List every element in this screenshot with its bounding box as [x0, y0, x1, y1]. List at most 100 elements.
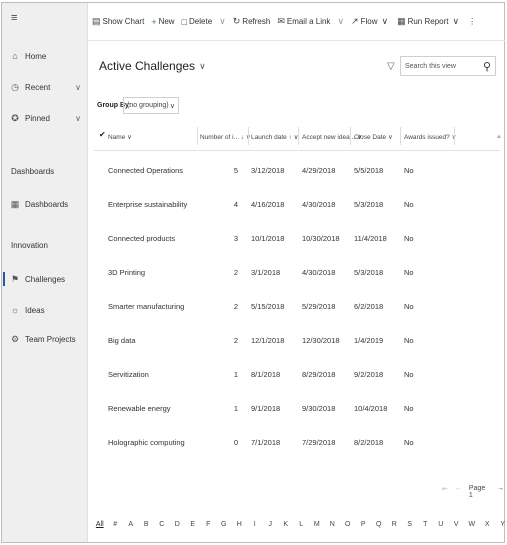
- alpha-filter-item[interactable]: P: [356, 521, 372, 528]
- chevron-down-icon[interactable]: ∨: [75, 114, 81, 123]
- plus-icon: +: [151, 16, 157, 27]
- cell-awards: No: [404, 234, 414, 243]
- table-row[interactable]: Big data 2 12/1/2018 12/30/2018 1/4/2019…: [94, 325, 500, 359]
- alpha-filter-item[interactable]: U: [433, 521, 449, 528]
- next-page-icon[interactable]: →: [497, 485, 504, 499]
- sidebar-item-label: Recent: [25, 82, 51, 92]
- column-header-number[interactable]: Number of i... ↓ ∨: [200, 129, 251, 145]
- sidebar-item-home[interactable]: ⌂ Home: [9, 48, 85, 64]
- table-row[interactable]: Renewable energy 1 9/1/2018 9/30/2018 10…: [94, 393, 500, 427]
- alpha-filter-item[interactable]: E: [185, 521, 201, 528]
- table-row[interactable]: Holographic computing 0 7/1/2018 7/29/20…: [94, 427, 500, 461]
- alpha-filter-item[interactable]: #: [108, 521, 124, 528]
- sidebar-item-pinned[interactable]: ✪ Pinned ∨: [9, 110, 85, 126]
- search-input[interactable]: Search this view ⚲: [400, 56, 496, 76]
- sidebar-item-team-projects[interactable]: ⚙ Team Projects: [9, 331, 85, 347]
- sidebar-item-ideas[interactable]: ☼ Ideas: [9, 302, 85, 318]
- email-link-button[interactable]: ✉ Email a Link: [277, 16, 330, 27]
- cell-accept-date: 4/30/2018: [302, 268, 336, 277]
- refresh-button[interactable]: ↻ Refresh: [233, 16, 271, 27]
- cell-name[interactable]: Renewable energy: [108, 404, 171, 413]
- column-header-close-date[interactable]: Close Date ∨: [354, 129, 393, 145]
- show-chart-button[interactable]: ▤ Show Chart: [92, 16, 144, 27]
- flow-button[interactable]: ↗ Flow ∨: [351, 16, 390, 27]
- sidebar-item-label: Challenges: [25, 274, 66, 284]
- column-divider[interactable]: [400, 127, 401, 145]
- cell-name[interactable]: Enterprise sustainability: [108, 200, 187, 209]
- table-row[interactable]: Connected products 3 10/1/2018 10/30/201…: [94, 223, 500, 257]
- cell-name[interactable]: Connected Operations: [108, 166, 183, 175]
- column-header-accept-new-ideas[interactable]: Accept new idea... ∨: [302, 129, 362, 145]
- delete-button[interactable]: □ Delete: [182, 17, 213, 27]
- column-divider[interactable]: [248, 127, 249, 145]
- view-selector[interactable]: Active Challenges ∨: [99, 59, 206, 73]
- alpha-filter-item[interactable]: Y: [495, 521, 507, 528]
- table-row[interactable]: 3D Printing 2 3/1/2018 4/30/2018 5/3/201…: [94, 257, 500, 291]
- sidebar-item-challenges[interactable]: ⚑ Challenges: [9, 271, 85, 287]
- cell-name[interactable]: 3D Printing: [108, 268, 145, 277]
- alpha-filter-item[interactable]: K: [278, 521, 294, 528]
- alpha-filter-item[interactable]: Q: [371, 521, 387, 528]
- alpha-filter-item[interactable]: N: [325, 521, 341, 528]
- select-all-checkbox[interactable]: ✔: [99, 130, 106, 139]
- alpha-filter-item[interactable]: V: [449, 521, 465, 528]
- page-label: Page 1: [468, 485, 486, 499]
- alpha-filter-item[interactable]: L: [294, 521, 310, 528]
- alpha-filter-item[interactable]: F: [201, 521, 217, 528]
- chevron-down-icon[interactable]: ∨: [75, 83, 81, 92]
- column-header-awards-issued[interactable]: Awards issued? ∨: [404, 129, 456, 145]
- column-divider[interactable]: [197, 127, 198, 145]
- cell-name[interactable]: Smarter manufacturing: [108, 302, 184, 311]
- new-button[interactable]: + New: [151, 17, 174, 27]
- delete-split-chevron-icon[interactable]: ∨: [219, 16, 226, 27]
- column-header-launch-date[interactable]: Launch date ↑ ∨: [251, 129, 298, 145]
- alpha-filter-item[interactable]: A: [123, 521, 139, 528]
- alpha-filter-item[interactable]: X: [480, 521, 496, 528]
- email-split-chevron-icon[interactable]: ∨: [337, 16, 344, 27]
- more-commands-icon[interactable]: ⋮: [468, 17, 476, 26]
- alpha-filter-item[interactable]: R: [387, 521, 403, 528]
- alpha-filter-item[interactable]: G: [216, 521, 232, 528]
- cell-name[interactable]: Big data: [108, 336, 136, 345]
- alpha-filter-item[interactable]: M: [309, 521, 325, 528]
- challenges-icon: ⚑: [10, 273, 20, 284]
- table-row[interactable]: Connected Operations 5 3/12/2018 4/29/20…: [94, 155, 500, 189]
- filter-icon[interactable]: ▽: [387, 61, 395, 72]
- search-icon[interactable]: ⚲: [483, 60, 491, 73]
- alpha-filter-item[interactable]: T: [418, 521, 434, 528]
- table-row[interactable]: Enterprise sustainability 4 4/16/2018 4/…: [94, 189, 500, 223]
- alpha-filter-item[interactable]: O: [340, 521, 356, 528]
- first-page-icon[interactable]: ⇤: [442, 485, 448, 499]
- previous-page-icon[interactable]: ←: [455, 485, 462, 499]
- alpha-filter-all[interactable]: All: [92, 521, 108, 528]
- sidebar-item-dashboards[interactable]: ▦ Dashboards: [9, 196, 85, 212]
- flow-icon: ↗: [351, 16, 359, 26]
- alpha-filter-item[interactable]: B: [139, 521, 155, 528]
- alpha-filter-item[interactable]: C: [154, 521, 170, 528]
- table-row[interactable]: Smarter manufacturing 2 5/15/2018 5/29/2…: [94, 291, 500, 325]
- table-row[interactable]: Servitization 1 8/1/2018 8/29/2018 9/2/2…: [94, 359, 500, 393]
- cell-name[interactable]: Servitization: [108, 370, 149, 379]
- alpha-filter-item[interactable]: S: [402, 521, 418, 528]
- run-report-button[interactable]: ▦ Run Report ∨: [397, 16, 461, 27]
- cell-awards: No: [404, 268, 414, 277]
- column-divider[interactable]: [350, 127, 351, 145]
- alpha-filter-item[interactable]: J: [263, 521, 279, 528]
- sidebar-item-recent[interactable]: ◷ Recent ∨: [9, 79, 85, 95]
- column-divider[interactable]: [454, 127, 455, 145]
- cell-number: 2: [233, 302, 238, 311]
- column-header-name[interactable]: Name ∨: [108, 129, 132, 145]
- chart-icon: ▤: [92, 16, 101, 26]
- cell-awards: No: [404, 166, 414, 175]
- cell-name[interactable]: Connected products: [108, 234, 175, 243]
- alpha-filter-item[interactable]: D: [170, 521, 186, 528]
- scrollbar-arrow-icon[interactable]: ▲: [496, 134, 502, 140]
- cell-name[interactable]: Holographic computing: [108, 438, 185, 447]
- alpha-filter-item[interactable]: I: [247, 521, 263, 528]
- alpha-filter-item[interactable]: H: [232, 521, 248, 528]
- page-title: Active Challenges: [99, 59, 196, 73]
- column-divider[interactable]: [298, 127, 299, 145]
- group-by-select[interactable]: (no grouping) ∨: [123, 97, 179, 114]
- alpha-filter-item[interactable]: W: [464, 521, 480, 528]
- hamburger-menu-icon[interactable]: ≡: [11, 12, 17, 24]
